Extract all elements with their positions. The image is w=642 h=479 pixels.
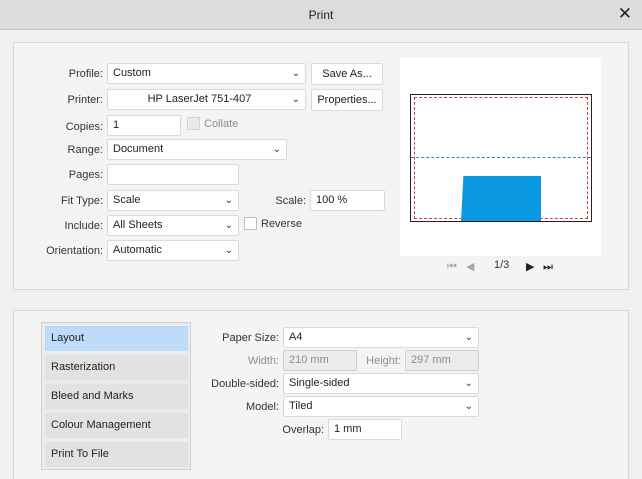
range-value: Document [113,143,164,155]
print-preview [400,58,601,256]
range-select[interactable]: Document ⌄ [107,139,287,160]
overlap-label: Overlap: [282,424,324,436]
profile-label: Profile: [68,68,103,80]
include-value: All Sheets [113,219,163,231]
properties-button[interactable]: Properties... [311,89,383,111]
collate-checkbox[interactable] [187,117,200,130]
next-page-icon[interactable]: ▶ [526,260,534,274]
save-as-button[interactable]: Save As... [311,63,383,85]
model-label: Model: [245,401,279,413]
paper-size-value: A4 [289,331,303,343]
page-indicator: 1/3 [494,259,510,271]
profile-value: Custom [113,67,151,79]
overlap-input[interactable]: 1 mm [328,419,402,440]
double-sided-label: Double-sided: [211,378,279,390]
orientation-label: Orientation: [46,245,103,257]
fit-type-label: Fit Type: [61,195,103,207]
include-label: Include: [64,220,103,232]
window-title: Print [308,8,334,22]
category-bleed-and-marks[interactable]: Bleed and Marks [45,384,188,409]
pages-input[interactable] [107,164,239,185]
chevron-down-icon: ⌄ [464,332,473,343]
model-value: Tiled [289,400,313,412]
chevron-down-icon: ⌄ [464,401,473,412]
orientation-select[interactable]: Automatic ⌄ [107,240,239,261]
copies-label: Copies: [65,121,103,133]
range-label: Range: [67,144,103,156]
chevron-down-icon: ⌄ [224,195,233,206]
scale-input[interactable]: 100 % [310,190,385,211]
height-label: Height: [366,355,401,367]
width-label: Width: [247,355,279,367]
printer-value: HP LaserJet 751-407 [147,93,252,105]
pages-label: Pages: [68,169,103,181]
category-list: Layout Rasterization Bleed and Marks Col… [41,322,191,470]
width-input[interactable]: 210 mm [283,350,357,371]
double-sided-value: Single-sided [289,377,350,389]
fit-type-select[interactable]: Scale ⌄ [107,190,239,211]
printer-label: Printer: [67,94,103,106]
scale-label: Scale: [275,195,306,207]
close-icon[interactable]: ✕ [618,5,632,23]
chevron-down-icon: ⌄ [464,378,473,389]
copies-input[interactable]: 1 [107,115,181,136]
collate-label: Collate [204,118,239,130]
chevron-down-icon: ⌄ [224,245,233,256]
chevron-down-icon: ⌄ [291,94,300,105]
printer-select[interactable]: HP LaserJet 751-407 ⌄ [107,89,306,110]
category-colour-management[interactable]: Colour Management [45,413,188,438]
previous-page-icon[interactable]: ◀ [466,260,474,274]
last-page-icon[interactable]: ⏭ [543,260,553,274]
category-rasterization[interactable]: Rasterization [45,355,188,380]
category-layout[interactable]: Layout [45,326,188,351]
profile-select[interactable]: Custom ⌄ [107,63,306,84]
double-sided-select[interactable]: Single-sided ⌄ [283,373,479,394]
paper-size-label: Paper Size: [222,332,279,344]
title-bar: Print ✕ [0,0,642,30]
first-page-icon[interactable]: ⏮ [447,260,457,274]
preview-content-shape [461,176,541,221]
reverse-checkbox[interactable] [244,217,257,230]
chevron-down-icon: ⌄ [291,68,300,79]
include-select[interactable]: All Sheets ⌄ [107,215,239,236]
preview-page [410,94,592,222]
model-select[interactable]: Tiled ⌄ [283,396,479,417]
orientation-value: Automatic [113,244,162,256]
reverse-label: Reverse [261,218,302,230]
category-print-to-file[interactable]: Print To File [45,442,188,467]
chevron-down-icon: ⌄ [224,220,233,231]
height-input[interactable]: 297 mm [405,350,479,371]
fit-type-value: Scale [113,194,141,206]
chevron-down-icon: ⌄ [272,144,281,155]
paper-size-select[interactable]: A4 ⌄ [283,327,479,348]
preview-tile-guide [411,157,591,158]
